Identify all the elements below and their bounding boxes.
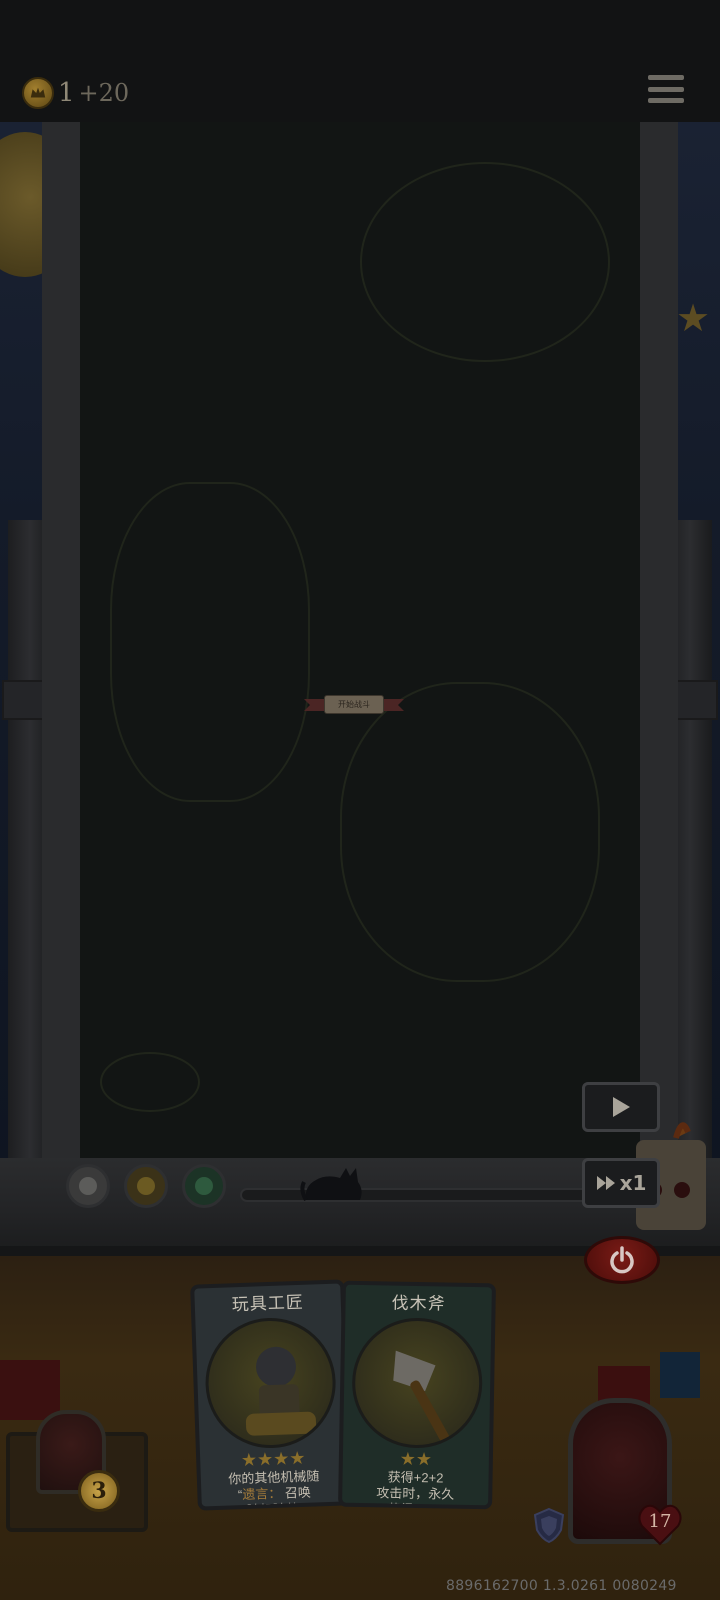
chalk-scribble [100,1052,200,1112]
gold-gem-icon [124,1164,168,1208]
card-name: 伐木斧 [391,1293,446,1313]
round-banner: 开始战斗 [304,694,404,716]
chalk-scribble [360,162,610,362]
chalk-scribble [110,482,310,802]
fast-forward-icon [596,1176,615,1190]
coin-count: 1 [58,78,75,108]
axe-art [351,1316,484,1450]
health-value: 17 [648,1511,672,1532]
silver-gem-icon [66,1164,110,1208]
turn-progress-track [240,1188,600,1202]
battle-board [80,122,640,1158]
play-button[interactable] [582,1082,660,1132]
power-button[interactable] [584,1236,660,1284]
star-icon: ★ [676,298,711,340]
round-banner-label: 开始战斗 [324,695,384,714]
hamburger-menu-icon[interactable] [648,72,684,106]
toy-block [660,1352,700,1398]
knight-mech-art [203,1315,338,1451]
crown-coin-icon [22,77,54,109]
hand-card-toy-maker[interactable]: 玩具工匠 ★★★★ 你的其他机械随 “遗言： 召唤 随机随从” [190,1279,352,1511]
card-description: 你的其他机械随 “遗言： 召唤 随机随从” [228,1468,320,1511]
build-id: 8896162700 1.3.0261 0080249 [446,1578,677,1594]
speed-label: x1 [619,1171,647,1195]
hand-card-lumber-axe[interactable]: 伐木斧 ★★ 获得+2+2 攻击时，永久 获得+1+1 [338,1280,496,1510]
axe-icon [393,1350,450,1442]
card-name: 玩具工匠 [231,1292,305,1314]
toy-block [0,1360,60,1420]
play-icon [613,1097,630,1117]
green-gem-icon [182,1164,226,1208]
armor-shield-icon [533,1507,565,1544]
power-icon [610,1246,634,1274]
coin-counter: 1 +20 [22,76,129,110]
speed-button[interactable]: x1 [582,1158,660,1208]
tavern-tier-badge: 3 [78,1470,120,1512]
hero-health: 17 [636,1502,684,1546]
coin-bonus: +20 [78,79,130,107]
chalk-scribble [340,682,600,982]
card-description: 获得+2+2 攻击时，永久 获得+1+1 [376,1469,455,1510]
card-stars: ★★ [399,1448,433,1470]
top-bar: 1 +20 [0,0,720,122]
cat-icon [300,1168,362,1202]
